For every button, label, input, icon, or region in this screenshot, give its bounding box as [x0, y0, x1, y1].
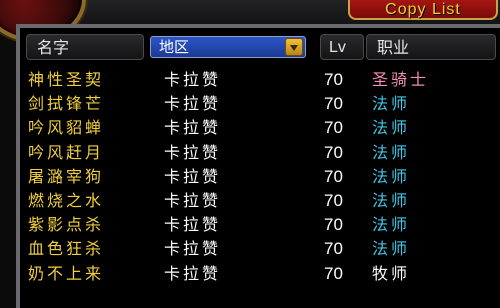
player-name: 屠潞宰狗 — [28, 166, 105, 186]
player-name: 剑拭锋芒 — [28, 94, 105, 114]
player-level: 70 — [324, 263, 343, 283]
player-region: 卡拉赞 — [164, 166, 222, 186]
player-name: 血色狂杀 — [28, 239, 105, 259]
player-level: 70 — [324, 118, 343, 138]
player-level: 70 — [324, 239, 343, 259]
player-region: 卡拉赞 — [164, 94, 222, 114]
player-name: 燃烧之水 — [28, 190, 105, 210]
region-dropdown[interactable]: 地区 — [150, 36, 306, 58]
player-region: 卡拉赞 — [164, 215, 222, 235]
copy-list-button[interactable]: Copy List — [348, 0, 498, 20]
player-list-panel: 名字 地区 Lv 职业 神性圣契 卡拉赞 70 圣骑士 剑拭锋芒 卡拉赞 70 法师 吟风貂蝉卡… — [16, 24, 500, 308]
player-class: 牧师 — [372, 263, 411, 283]
column-header-row: 名字 地区 Lv 职业 — [26, 34, 496, 62]
player-name: 吟风赶月 — [28, 142, 105, 162]
player-name: 奶不上来 — [28, 263, 105, 283]
player-class: 圣骑士 — [372, 70, 430, 89]
player-name: 紫影点杀 — [28, 215, 105, 235]
player-level: 70 — [324, 70, 343, 89]
player-region: 卡拉赞 — [164, 190, 222, 210]
player-row[interactable]: 奶不上来 卡拉赞 70 牧师 — [28, 262, 498, 286]
player-level: 70 — [324, 215, 343, 235]
player-region: 卡拉赞 — [164, 118, 222, 138]
column-header-name[interactable]: 名字 — [26, 34, 144, 60]
player-row[interactable]: 紫影点杀 卡拉赞 70 法师 — [28, 213, 498, 237]
player-class: 法师 — [372, 166, 411, 186]
player-row[interactable]: 屠潞宰狗 卡拉赞 70 法师 — [28, 165, 498, 189]
player-region: 卡拉赞 — [164, 142, 222, 162]
player-row[interactable]: 血色狂杀 卡拉赞 70 法师 — [28, 237, 498, 261]
player-row[interactable]: 吟风赶月 卡拉赞 70 法师 — [28, 141, 498, 165]
column-header-class[interactable]: 职业 — [366, 34, 496, 60]
region-dropdown-label: 地区 — [159, 38, 190, 56]
player-region: 卡拉赞 — [164, 239, 222, 259]
player-row[interactable]: 吟风貂蝉 卡拉赞 70 法师 — [28, 116, 498, 140]
player-row[interactable]: 神性圣契 卡拉赞 70 圣骑士 — [28, 68, 498, 92]
player-name: 神性圣契 — [28, 70, 105, 89]
player-level: 70 — [324, 142, 343, 162]
player-row[interactable]: 剑拭锋芒 卡拉赞 70 法师 — [28, 92, 498, 116]
player-level: 70 — [324, 94, 343, 114]
player-rows: 神性圣契 卡拉赞 70 圣骑士 剑拭锋芒 卡拉赞 70 法师 吟风貂蝉 卡拉赞 70 法师 吟风赶月 卡拉… — [28, 68, 498, 286]
player-level: 70 — [324, 166, 343, 186]
player-class: 法师 — [372, 190, 411, 210]
player-row[interactable]: 燃烧之水 卡拉赞 70 法师 — [28, 189, 498, 213]
player-region: 卡拉赞 — [164, 70, 222, 89]
player-region: 卡拉赞 — [164, 263, 222, 283]
player-level: 70 — [324, 190, 343, 210]
chevron-down-icon[interactable] — [285, 38, 303, 56]
column-header-level[interactable]: Lv — [320, 34, 364, 60]
player-class: 法师 — [372, 94, 411, 114]
player-name: 吟风貂蝉 — [28, 118, 105, 138]
player-class: 法师 — [372, 118, 411, 138]
player-class: 法师 — [372, 215, 411, 235]
player-class: 法师 — [372, 142, 411, 162]
player-class: 法师 — [372, 239, 411, 259]
